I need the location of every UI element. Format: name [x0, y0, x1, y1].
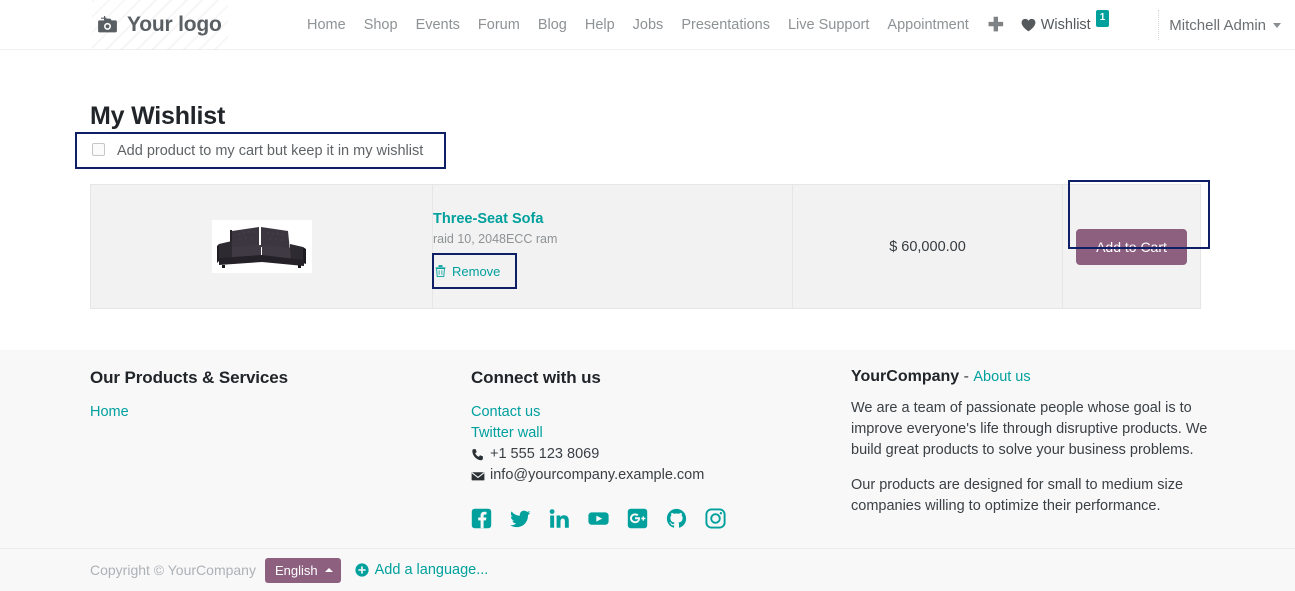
keep-in-wishlist-option[interactable]: Add product to my cart but keep it in my… — [75, 132, 446, 169]
facebook-icon[interactable] — [471, 508, 492, 529]
header-right-area: Mitchell Admin — [1144, 0, 1295, 50]
footer-email-address: info@yourcompany.example.com — [490, 467, 705, 483]
plus-circle-icon-svg — [355, 563, 369, 577]
social-links — [471, 508, 811, 529]
site-header: Your logo Home Shop Events Forum Blog He… — [0, 0, 1295, 50]
footer-link-contact-us[interactable]: Contact us — [471, 402, 811, 423]
github-icon[interactable] — [666, 508, 687, 529]
nav-item-presentations[interactable]: Presentations — [672, 0, 779, 50]
nav-item-help[interactable]: Help — [576, 0, 624, 50]
phone-icon-svg — [472, 448, 483, 460]
remove-button[interactable]: Remove — [433, 260, 502, 283]
wishlist-label: Wishlist — [1040, 17, 1091, 33]
copyright-text: Copyright © YourCompany — [90, 562, 256, 578]
facebook-icon-svg — [471, 508, 492, 529]
nav-item-appointment[interactable]: Appointment — [878, 0, 977, 50]
brand-text: Your logo — [127, 13, 222, 36]
footer-link-about-us[interactable]: About us — [973, 369, 1030, 385]
camera-icon — [98, 15, 120, 35]
camera-icon-svg — [98, 16, 117, 33]
product-thumbnail[interactable] — [211, 220, 312, 273]
product-price-cell: $ 60,000.00 — [792, 184, 1063, 309]
footer-link-home[interactable]: Home — [90, 402, 430, 423]
add-to-cart-cell: Add to Cart — [1062, 184, 1201, 309]
trash-icon-svg — [435, 265, 446, 277]
product-name-link[interactable]: Three-Seat Sofa — [433, 211, 792, 227]
trash-icon — [435, 265, 446, 277]
nav-item-forum[interactable]: Forum — [469, 0, 529, 50]
product-image-cell — [90, 184, 433, 309]
plus-circle-icon — [355, 563, 369, 577]
footer-email: info@yourcompany.example.com — [471, 465, 811, 486]
copyright-bar: Copyright © YourCompany English Add a la… — [0, 548, 1295, 591]
footer-column-company: YourCompany - About us We are a team of … — [851, 368, 1211, 531]
nav-item-home[interactable]: Home — [298, 0, 355, 50]
footer-company-separator: - — [963, 368, 969, 385]
product-info-cell: Three-Seat Sofa raid 10, 2048ECC ram Rem… — [432, 184, 793, 309]
footer-company-line: YourCompany - About us — [851, 368, 1211, 386]
youtube-icon-svg — [588, 512, 609, 525]
footer-column-connect: Connect with us Contact us Twitter wall … — [471, 368, 811, 529]
add-to-cart-button[interactable]: Add to Cart — [1076, 228, 1187, 265]
footer-link-twitter-wall[interactable]: Twitter wall — [471, 423, 811, 444]
nav-item-jobs[interactable]: Jobs — [624, 0, 673, 50]
linkedin-icon[interactable] — [549, 508, 570, 529]
plus-icon: ✚ — [987, 14, 1004, 36]
page-title: My Wishlist — [90, 102, 226, 130]
footer-paragraph-2: Our products are designed for small to m… — [851, 477, 1184, 514]
wishlist-button[interactable]: Wishlist 1 — [1014, 9, 1117, 34]
twitter-icon-svg — [510, 510, 531, 528]
remove-label: Remove — [452, 263, 501, 279]
googleplus-icon-svg — [627, 508, 648, 529]
page-content: My Wishlist Add product to my cart but k… — [0, 50, 1295, 350]
instagram-icon[interactable] — [705, 508, 726, 529]
chevron-up-icon — [324, 568, 333, 572]
footer-phone-number: +1 555 123 8069 — [490, 446, 600, 462]
brand-logo[interactable]: Your logo — [92, 0, 228, 50]
wishlist-table: Three-Seat Sofa raid 10, 2048ECC ram Rem… — [90, 184, 1201, 309]
nav-item-blog[interactable]: Blog — [529, 0, 576, 50]
heart-icon — [1021, 18, 1036, 32]
github-icon-svg — [666, 508, 687, 528]
user-name: Mitchell Admin — [1169, 16, 1266, 34]
language-selector-button[interactable]: English — [264, 557, 341, 583]
main-navigation: Home Shop Events Forum Blog Help Jobs Pr… — [298, 0, 1116, 50]
footer-heading-products: Our Products & Services — [90, 368, 288, 387]
phone-icon — [471, 448, 485, 462]
googleplus-icon[interactable] — [627, 508, 648, 529]
nav-item-shop[interactable]: Shop — [355, 0, 407, 50]
product-description: raid 10, 2048ECC ram — [433, 231, 558, 246]
keep-in-wishlist-label: Add product to my cart but keep it in my… — [117, 142, 424, 159]
youtube-icon[interactable] — [588, 508, 609, 529]
site-footer: Our Products & Services Home Connect wit… — [0, 350, 1295, 591]
footer-columns: Our Products & Services Home Connect wit… — [0, 350, 1295, 548]
add-language-label: Add a language... — [374, 562, 489, 578]
footer-company-name: YourCompany — [851, 368, 960, 385]
heart-icon-svg — [1021, 18, 1036, 32]
product-price: $ 60,000.00 — [889, 239, 966, 255]
linkedin-icon-svg — [549, 509, 569, 528]
language-selector-label: English — [274, 562, 318, 578]
user-menu-button[interactable]: Mitchell Admin — [1169, 17, 1281, 34]
envelope-icon — [471, 469, 485, 483]
keep-in-wishlist-checkbox[interactable] — [92, 143, 105, 156]
add-language-button[interactable]: Add a language... — [355, 562, 489, 578]
nav-item-live-support[interactable]: Live Support — [779, 0, 878, 50]
table-row: Three-Seat Sofa raid 10, 2048ECC ram Rem… — [90, 184, 1201, 309]
chevron-down-icon — [1273, 22, 1281, 28]
add-menu-button[interactable]: ✚ — [978, 16, 1014, 35]
twitter-icon[interactable] — [510, 508, 531, 529]
envelope-icon-svg — [471, 471, 485, 480]
footer-heading-connect: Connect with us — [471, 368, 601, 387]
footer-paragraph-1: We are a team of passionate people whose… — [851, 400, 1208, 458]
footer-column-products: Our Products & Services Home — [90, 368, 430, 423]
nav-item-events[interactable]: Events — [407, 0, 469, 50]
instagram-icon-svg — [705, 508, 726, 529]
wishlist-count-badge: 1 — [1095, 9, 1110, 27]
sofa-image — [211, 220, 312, 273]
header-divider — [1158, 10, 1160, 40]
footer-phone: +1 555 123 8069 — [471, 444, 811, 465]
